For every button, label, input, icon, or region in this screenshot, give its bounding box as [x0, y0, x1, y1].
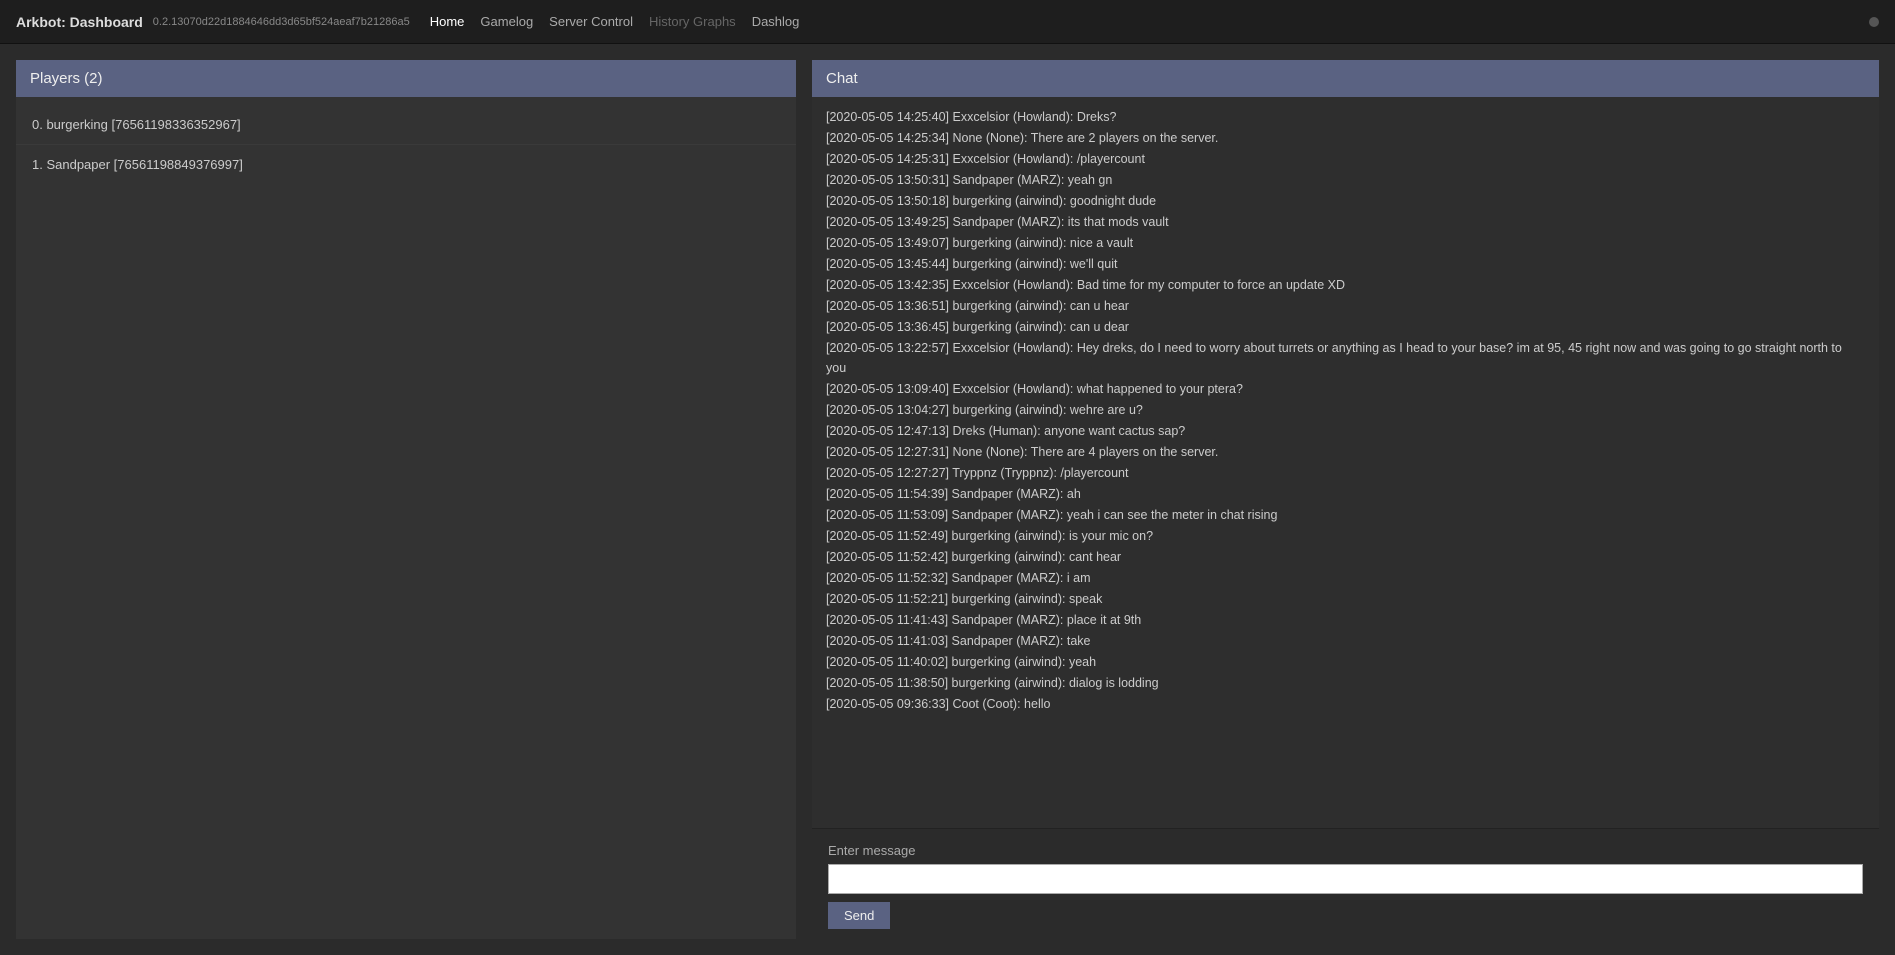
- chat-line: [2020-05-05 14:25:31] Exxcelsior (Howlan…: [826, 149, 1865, 169]
- chat-line: [2020-05-05 13:49:25] Sandpaper (MARZ): …: [826, 212, 1865, 232]
- chat-line: [2020-05-05 13:45:44] burgerking (airwin…: [826, 254, 1865, 274]
- chat-line: [2020-05-05 13:36:45] burgerking (airwin…: [826, 317, 1865, 337]
- player-item: 0. burgerking [76561198336352967]: [16, 105, 796, 145]
- players-panel-header: Players (2): [16, 60, 796, 97]
- chat-line: [2020-05-05 12:47:13] Dreks (Human): any…: [826, 421, 1865, 441]
- chat-line: [2020-05-05 13:49:07] burgerking (airwin…: [826, 233, 1865, 253]
- chat-panel-header: Chat: [812, 60, 1879, 97]
- chat-line: [2020-05-05 13:50:18] burgerking (airwin…: [826, 191, 1865, 211]
- nav-home[interactable]: Home: [430, 14, 465, 29]
- chat-line: [2020-05-05 14:25:40] Exxcelsior (Howlan…: [826, 107, 1865, 127]
- chat-line: [2020-05-05 12:27:27] Tryppnz (Tryppnz):…: [826, 463, 1865, 483]
- players-panel: Players (2) 0. burgerking [7656119833635…: [16, 60, 796, 939]
- header: Arkbot: Dashboard 0.2.13070d22d1884646dd…: [0, 0, 1895, 44]
- chat-line: [2020-05-05 13:09:40] Exxcelsior (Howlan…: [826, 379, 1865, 399]
- chat-input[interactable]: [828, 864, 1863, 894]
- chat-messages: [2020-05-05 14:25:40] Exxcelsior (Howlan…: [812, 97, 1879, 828]
- player-item: 1. Sandpaper [76561198849376997]: [16, 145, 796, 184]
- main-content: Players (2) 0. burgerking [7656119833635…: [0, 44, 1895, 955]
- chat-input-label: Enter message: [828, 843, 1863, 858]
- chat-line: [2020-05-05 11:38:50] burgerking (airwin…: [826, 673, 1865, 693]
- chat-line: [2020-05-05 11:41:43] Sandpaper (MARZ): …: [826, 610, 1865, 630]
- chat-line: [2020-05-05 13:04:27] burgerking (airwin…: [826, 400, 1865, 420]
- chat-line: [2020-05-05 11:54:39] Sandpaper (MARZ): …: [826, 484, 1865, 504]
- nav-dashlog[interactable]: Dashlog: [752, 14, 800, 29]
- chat-panel: Chat [2020-05-05 14:25:40] Exxcelsior (H…: [812, 60, 1879, 939]
- chat-line: [2020-05-05 11:52:32] Sandpaper (MARZ): …: [826, 568, 1865, 588]
- chat-line: [2020-05-05 13:42:35] Exxcelsior (Howlan…: [826, 275, 1865, 295]
- chat-line: [2020-05-05 13:50:31] Sandpaper (MARZ): …: [826, 170, 1865, 190]
- chat-line: [2020-05-05 14:25:34] None (None): There…: [826, 128, 1865, 148]
- status-indicator: [1869, 17, 1879, 27]
- chat-input-area: Enter message Send: [812, 828, 1879, 939]
- chat-line: [2020-05-05 11:52:42] burgerking (airwin…: [826, 547, 1865, 567]
- chat-line: [2020-05-05 09:36:33] Coot (Coot): hello: [826, 694, 1865, 714]
- chat-line: [2020-05-05 13:36:51] burgerking (airwin…: [826, 296, 1865, 316]
- chat-line: [2020-05-05 11:40:02] burgerking (airwin…: [826, 652, 1865, 672]
- chat-line: [2020-05-05 11:52:49] burgerking (airwin…: [826, 526, 1865, 546]
- nav-gamelog[interactable]: Gamelog: [480, 14, 533, 29]
- nav-server-control[interactable]: Server Control: [549, 14, 633, 29]
- players-list: 0. burgerking [76561198336352967]1. Sand…: [16, 97, 796, 939]
- chat-line: [2020-05-05 11:41:03] Sandpaper (MARZ): …: [826, 631, 1865, 651]
- chat-line: [2020-05-05 11:52:21] burgerking (airwin…: [826, 589, 1865, 609]
- chat-line: [2020-05-05 13:22:57] Exxcelsior (Howlan…: [826, 338, 1865, 378]
- app-title: Arkbot: Dashboard: [16, 14, 143, 30]
- nav-history-graphs: History Graphs: [649, 14, 736, 29]
- chat-line: [2020-05-05 11:53:09] Sandpaper (MARZ): …: [826, 505, 1865, 525]
- send-button[interactable]: Send: [828, 902, 890, 929]
- app-version: 0.2.13070d22d1884646dd3d65bf524aeaf7b212…: [153, 16, 410, 28]
- chat-line: [2020-05-05 12:27:31] None (None): There…: [826, 442, 1865, 462]
